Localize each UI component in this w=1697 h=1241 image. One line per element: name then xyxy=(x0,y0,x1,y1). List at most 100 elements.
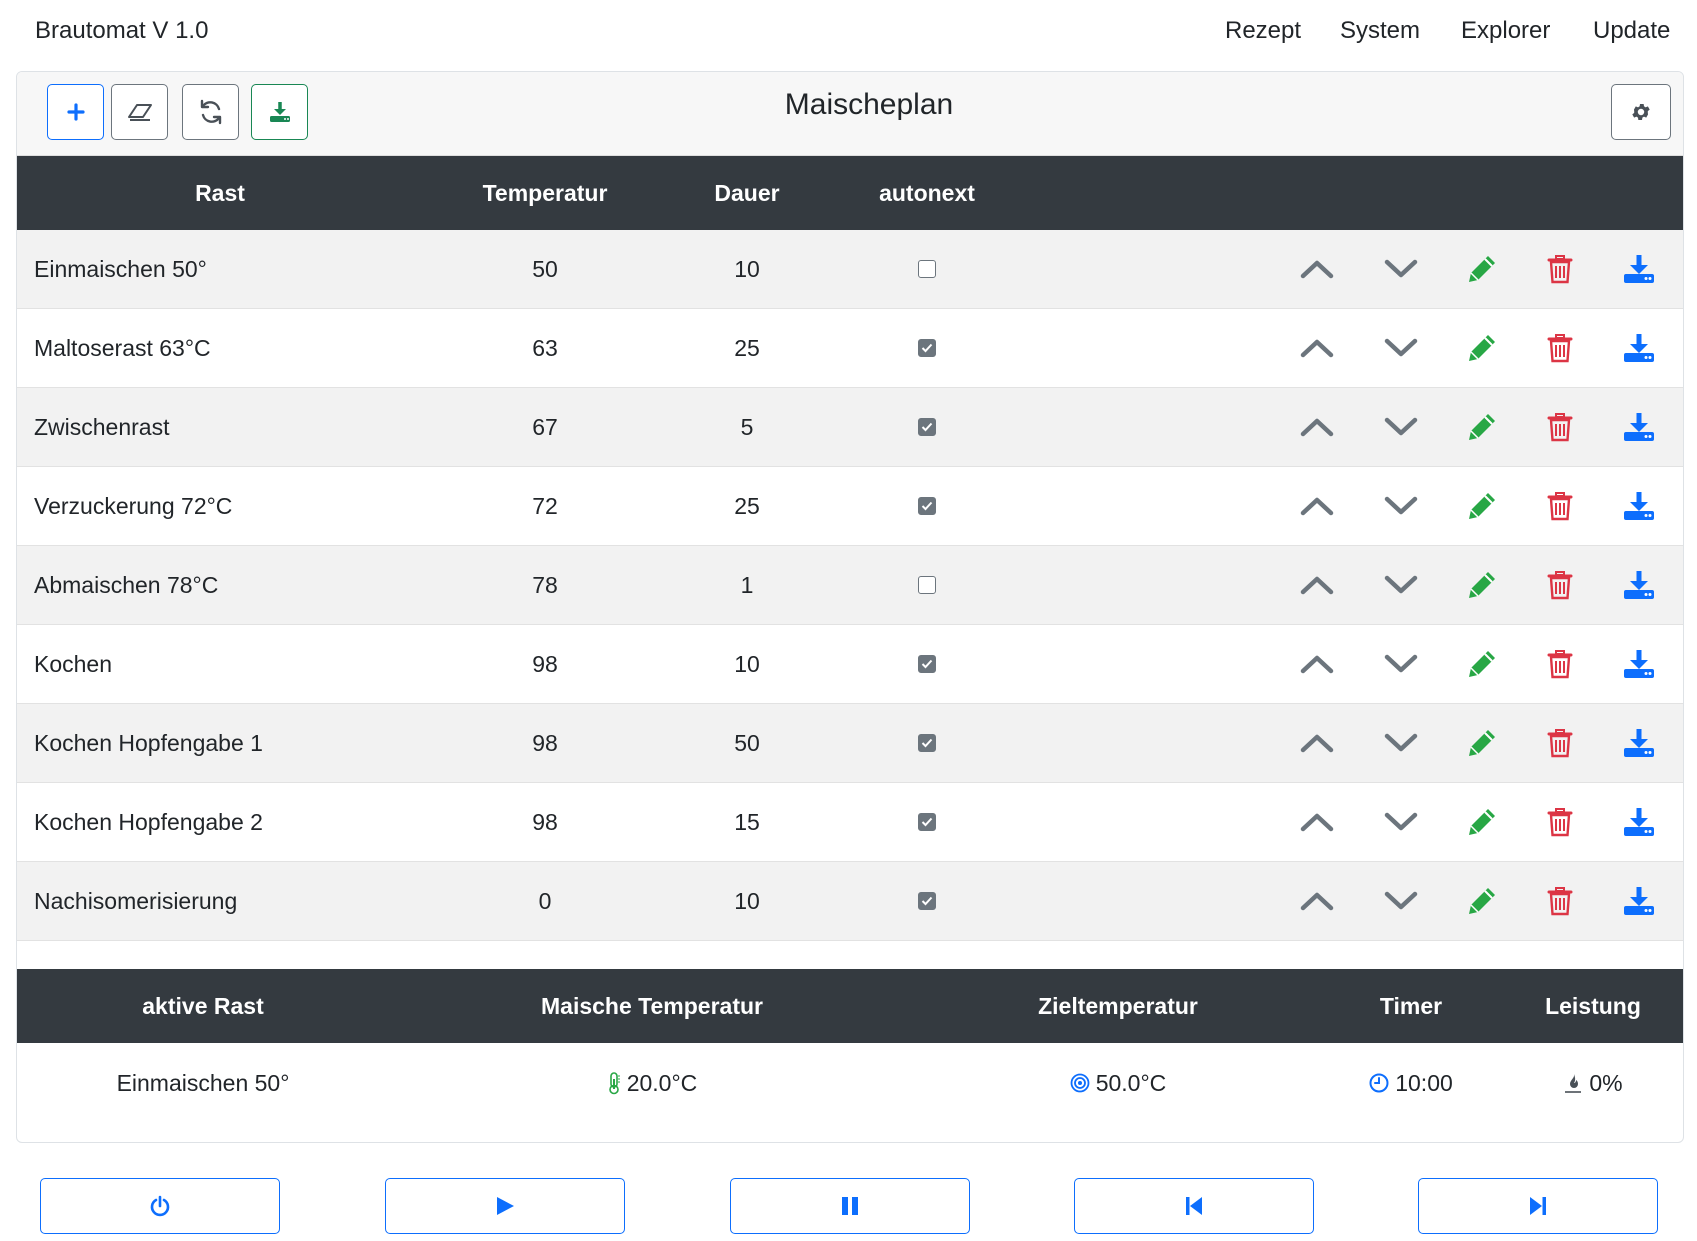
clear-plan-button[interactable] xyxy=(111,84,168,140)
mash-temp-value: 20.0°C xyxy=(389,1043,915,1123)
edit-button[interactable] xyxy=(1452,704,1512,782)
nav-item-system[interactable]: System xyxy=(1340,17,1420,45)
move-down-button[interactable] xyxy=(1371,309,1431,387)
move-up-button[interactable] xyxy=(1287,625,1347,703)
chevron-down-icon xyxy=(1384,654,1418,673)
edit-button[interactable] xyxy=(1452,309,1512,387)
download-step-button[interactable] xyxy=(1609,625,1669,703)
delete-button[interactable] xyxy=(1530,625,1590,703)
download-step-button[interactable] xyxy=(1609,546,1669,624)
edit-button[interactable] xyxy=(1452,862,1512,940)
move-up-button[interactable] xyxy=(1287,704,1347,782)
move-down-button[interactable] xyxy=(1371,704,1431,782)
trash-icon xyxy=(1547,729,1573,758)
autonext-checkbox[interactable] xyxy=(918,892,936,910)
move-up-button[interactable] xyxy=(1287,862,1347,940)
autonext-checkbox[interactable] xyxy=(918,418,936,436)
delete-button[interactable] xyxy=(1530,388,1590,466)
power-icon xyxy=(150,1195,170,1217)
nav-item-update[interactable]: Update xyxy=(1593,17,1670,45)
power-text: 0% xyxy=(1589,1069,1623,1096)
move-down-button[interactable] xyxy=(1371,546,1431,624)
delete-button[interactable] xyxy=(1530,862,1590,940)
download-icon xyxy=(269,102,290,122)
move-down-button[interactable] xyxy=(1371,783,1431,861)
download-step-button[interactable] xyxy=(1609,783,1669,861)
autonext-checkbox[interactable] xyxy=(918,576,936,594)
temperatur-value: 78 xyxy=(532,571,558,598)
move-up-button[interactable] xyxy=(1287,546,1347,624)
col-header-power: Leistung xyxy=(1545,992,1641,1019)
move-down-button[interactable] xyxy=(1371,230,1431,308)
download-icon xyxy=(1624,255,1654,283)
col-header-rast[interactable]: Rast xyxy=(17,156,423,230)
edit-button[interactable] xyxy=(1452,783,1512,861)
trash-icon xyxy=(1547,887,1573,916)
trash-icon xyxy=(1547,255,1573,284)
pencil-icon xyxy=(1469,493,1495,519)
play-icon xyxy=(497,1197,514,1215)
previous-step-button[interactable] xyxy=(1074,1178,1314,1234)
delete-button[interactable] xyxy=(1530,230,1590,308)
skip-back-icon xyxy=(1186,1197,1202,1215)
edit-button[interactable] xyxy=(1452,230,1512,308)
add-step-button[interactable] xyxy=(47,84,104,140)
autonext-checkbox[interactable] xyxy=(918,339,936,357)
delete-button[interactable] xyxy=(1530,467,1590,545)
refresh-button[interactable] xyxy=(182,84,239,140)
autonext-checkbox[interactable] xyxy=(918,655,936,673)
next-step-button[interactable] xyxy=(1418,1178,1658,1234)
move-up-button[interactable] xyxy=(1287,467,1347,545)
move-down-button[interactable] xyxy=(1371,388,1431,466)
move-down-button[interactable] xyxy=(1371,467,1431,545)
move-up-button[interactable] xyxy=(1287,309,1347,387)
refresh-icon xyxy=(200,99,221,125)
col-header-autonext[interactable]: autonext xyxy=(827,156,1027,230)
status-row: Einmaischen 50° 20.0°C 50.0°C 10:00 0% xyxy=(17,1043,1683,1123)
col-header-temperatur[interactable]: Temperatur xyxy=(423,156,667,230)
move-up-button[interactable] xyxy=(1287,388,1347,466)
settings-button[interactable] xyxy=(1611,84,1671,140)
delete-button[interactable] xyxy=(1530,783,1590,861)
chevron-up-icon xyxy=(1300,497,1334,516)
chevron-down-icon xyxy=(1384,812,1418,831)
download-step-button[interactable] xyxy=(1609,467,1669,545)
move-up-button[interactable] xyxy=(1287,783,1347,861)
dauer-value: 10 xyxy=(734,650,760,677)
play-button[interactable] xyxy=(385,1178,625,1234)
autonext-cell xyxy=(827,625,1027,703)
chevron-down-icon xyxy=(1384,733,1418,752)
col-header-dauer[interactable]: Dauer xyxy=(667,156,827,230)
move-up-button[interactable] xyxy=(1287,230,1347,308)
edit-button[interactable] xyxy=(1452,546,1512,624)
autonext-checkbox[interactable] xyxy=(918,497,936,515)
power-button[interactable] xyxy=(40,1178,280,1234)
download-step-button[interactable] xyxy=(1609,309,1669,387)
pause-icon xyxy=(842,1197,858,1215)
delete-button[interactable] xyxy=(1530,309,1590,387)
pause-button[interactable] xyxy=(730,1178,970,1234)
table-row: Kochen 98 10 xyxy=(17,625,1683,704)
edit-button[interactable] xyxy=(1452,625,1512,703)
nav-item-rezept[interactable]: Rezept xyxy=(1225,17,1301,45)
edit-button[interactable] xyxy=(1452,467,1512,545)
download-plan-button[interactable] xyxy=(251,84,308,140)
download-step-button[interactable] xyxy=(1609,388,1669,466)
download-step-button[interactable] xyxy=(1609,704,1669,782)
trash-icon xyxy=(1547,808,1573,837)
move-down-button[interactable] xyxy=(1371,862,1431,940)
move-down-button[interactable] xyxy=(1371,625,1431,703)
download-step-button[interactable] xyxy=(1609,862,1669,940)
download-step-button[interactable] xyxy=(1609,230,1669,308)
autonext-checkbox[interactable] xyxy=(918,813,936,831)
autonext-checkbox[interactable] xyxy=(918,260,936,278)
clock-icon xyxy=(1369,1073,1389,1093)
trash-icon xyxy=(1547,492,1573,521)
edit-button[interactable] xyxy=(1452,388,1512,466)
autonext-checkbox[interactable] xyxy=(918,734,936,752)
flame-icon xyxy=(1565,1074,1582,1093)
autonext-cell xyxy=(827,230,1027,308)
nav-item-explorer[interactable]: Explorer xyxy=(1461,17,1550,45)
delete-button[interactable] xyxy=(1530,704,1590,782)
delete-button[interactable] xyxy=(1530,546,1590,624)
